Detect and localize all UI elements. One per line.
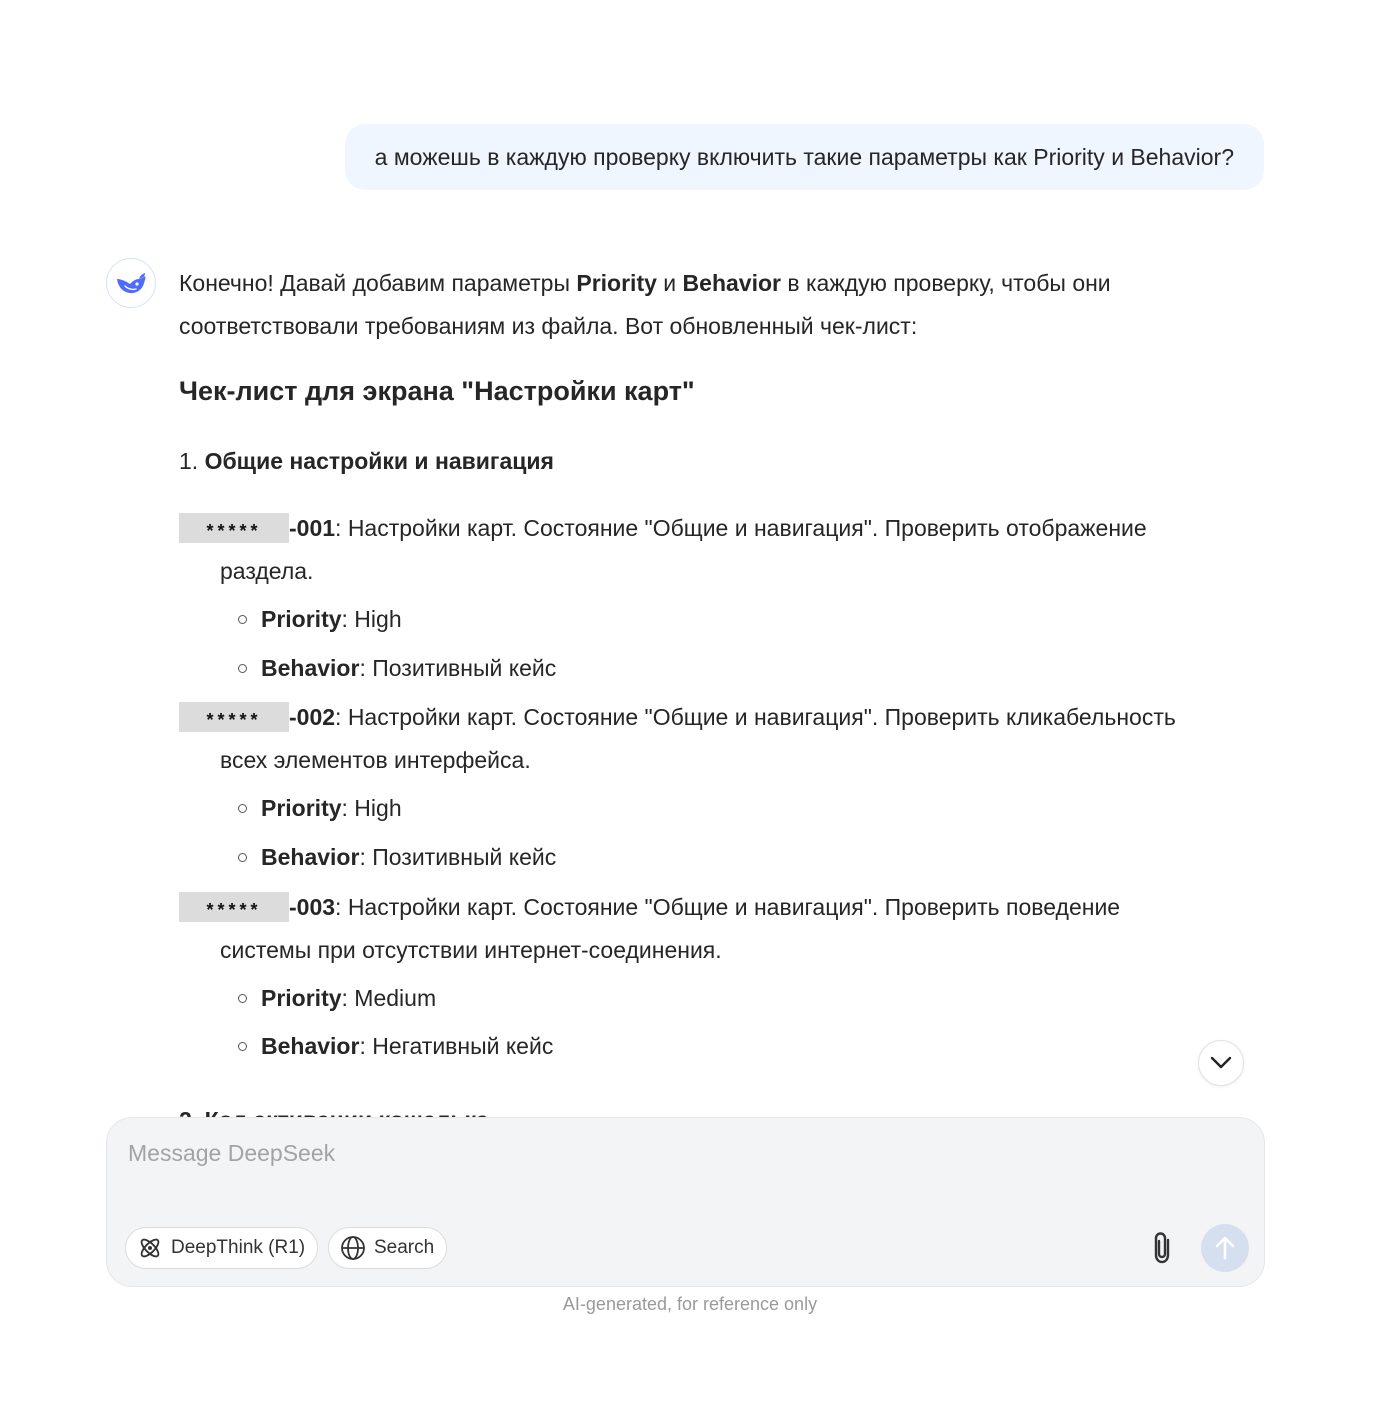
atom-icon: [140, 1238, 160, 1258]
item-behavior: Behavior: Позитивный кейс: [238, 844, 556, 871]
section-number: 1.: [179, 448, 205, 474]
priority-value: : High: [341, 795, 402, 821]
item-id: -003: [289, 894, 336, 920]
intro-bold-priority: Priority: [576, 270, 657, 296]
redacted-block: *****: [179, 513, 289, 543]
priority-value: : High: [341, 606, 402, 632]
item-id: -002: [289, 704, 336, 730]
bullet-circle-icon: [238, 804, 247, 813]
item-text-continuation: раздела.: [220, 558, 314, 584]
disclaimer-text: AI-generated, for reference only: [562, 1294, 818, 1314]
next-section-title: 2. Код активации кошелька: [179, 1100, 489, 1117]
item-priority: Priority: High: [238, 795, 402, 822]
deepseek-whale-icon: [117, 273, 146, 294]
assistant-intro: Конечно! Давай добавим параметры Priorit…: [179, 262, 1269, 348]
priority-label: Priority: [261, 606, 342, 632]
checklist-item: ***** -002: Настройки карт. Состояние "Об…: [179, 696, 1269, 782]
behavior-value: : Позитивный кейс: [359, 844, 557, 870]
behavior-label: Behavior: [261, 1033, 360, 1059]
behavior-value: : Позитивный кейс: [359, 655, 557, 681]
item-text: : Настройки карт. Состояние "Общие и нав…: [335, 704, 1176, 730]
deepthink-button[interactable]: DeepThink (R1): [125, 1227, 319, 1269]
paperclip-icon: [1154, 1232, 1170, 1264]
user-message-bubble: а можешь в каждую проверку включить таки…: [344, 124, 1264, 190]
item-behavior: Behavior: Негативный кейс: [238, 1033, 553, 1060]
bullet-circle-icon: [238, 994, 247, 1003]
item-priority: Priority: High: [238, 606, 402, 633]
intro-text-1: Конечно! Давай добавим параметры: [179, 270, 577, 296]
behavior-value: : Негативный кейс: [359, 1033, 554, 1059]
item-text-continuation: системы при отсутствии интернет-соединен…: [220, 937, 722, 963]
user-message-text: а можешь в каждую проверку включить таки…: [374, 143, 1234, 170]
item-text: : Настройки карт. Состояние "Общие и нав…: [335, 515, 1147, 541]
checklist-item: ***** -001: Настройки карт. Состояние "Об…: [179, 507, 1269, 593]
message-composer: Message DeepSeek DeepThink (R1) Search: [106, 1117, 1265, 1287]
bullet-circle-icon: [238, 1042, 247, 1051]
attach-button[interactable]: [1147, 1228, 1179, 1268]
checklist-item: ***** -003: Настройки карт. Состояние "Об…: [179, 886, 1269, 972]
priority-label: Priority: [261, 795, 342, 821]
deepthink-label: DeepThink (R1): [171, 1237, 306, 1258]
item-text: : Настройки карт. Состояние "Общие и нав…: [335, 894, 1121, 920]
priority-value: : Medium: [341, 985, 437, 1011]
scroll-to-bottom-button[interactable]: [1198, 1040, 1244, 1086]
redacted-block: *****: [179, 892, 289, 922]
search-label: Search: [374, 1237, 435, 1258]
section-name: Общие настройки и навигация: [204, 448, 554, 474]
behavior-label: Behavior: [261, 655, 360, 681]
item-priority: Priority: Medium: [238, 985, 436, 1012]
intro-text-2: и: [656, 270, 683, 296]
bullet-circle-icon: [238, 664, 247, 673]
item-behavior: Behavior: Позитивный кейс: [238, 655, 556, 682]
assistant-avatar: [106, 258, 156, 308]
arrow-up-icon: [1215, 1236, 1235, 1260]
send-button[interactable]: [1201, 1224, 1249, 1272]
item-text-continuation: всех элементов интерфейса.: [220, 747, 531, 773]
behavior-label: Behavior: [261, 844, 360, 870]
bullet-circle-icon: [238, 615, 247, 624]
bullet-circle-icon: [238, 853, 247, 862]
message-input[interactable]: Message DeepSeek: [128, 1140, 335, 1167]
chevron-down-icon: [1210, 1056, 1232, 1069]
search-button[interactable]: Search: [328, 1227, 448, 1269]
item-id: -001: [289, 515, 336, 541]
intro-bold-behavior: Behavior: [682, 270, 781, 296]
checklist-heading: Чек-лист для экрана "Настройки карт": [179, 376, 695, 406]
priority-label: Priority: [261, 985, 342, 1011]
chat-page: а можешь в каждую проверку включить таки…: [0, 0, 1380, 1410]
globe-icon: [341, 1236, 365, 1260]
redacted-block: *****: [179, 702, 289, 732]
section-title: 1. Общие настройки и навигация: [179, 448, 554, 475]
